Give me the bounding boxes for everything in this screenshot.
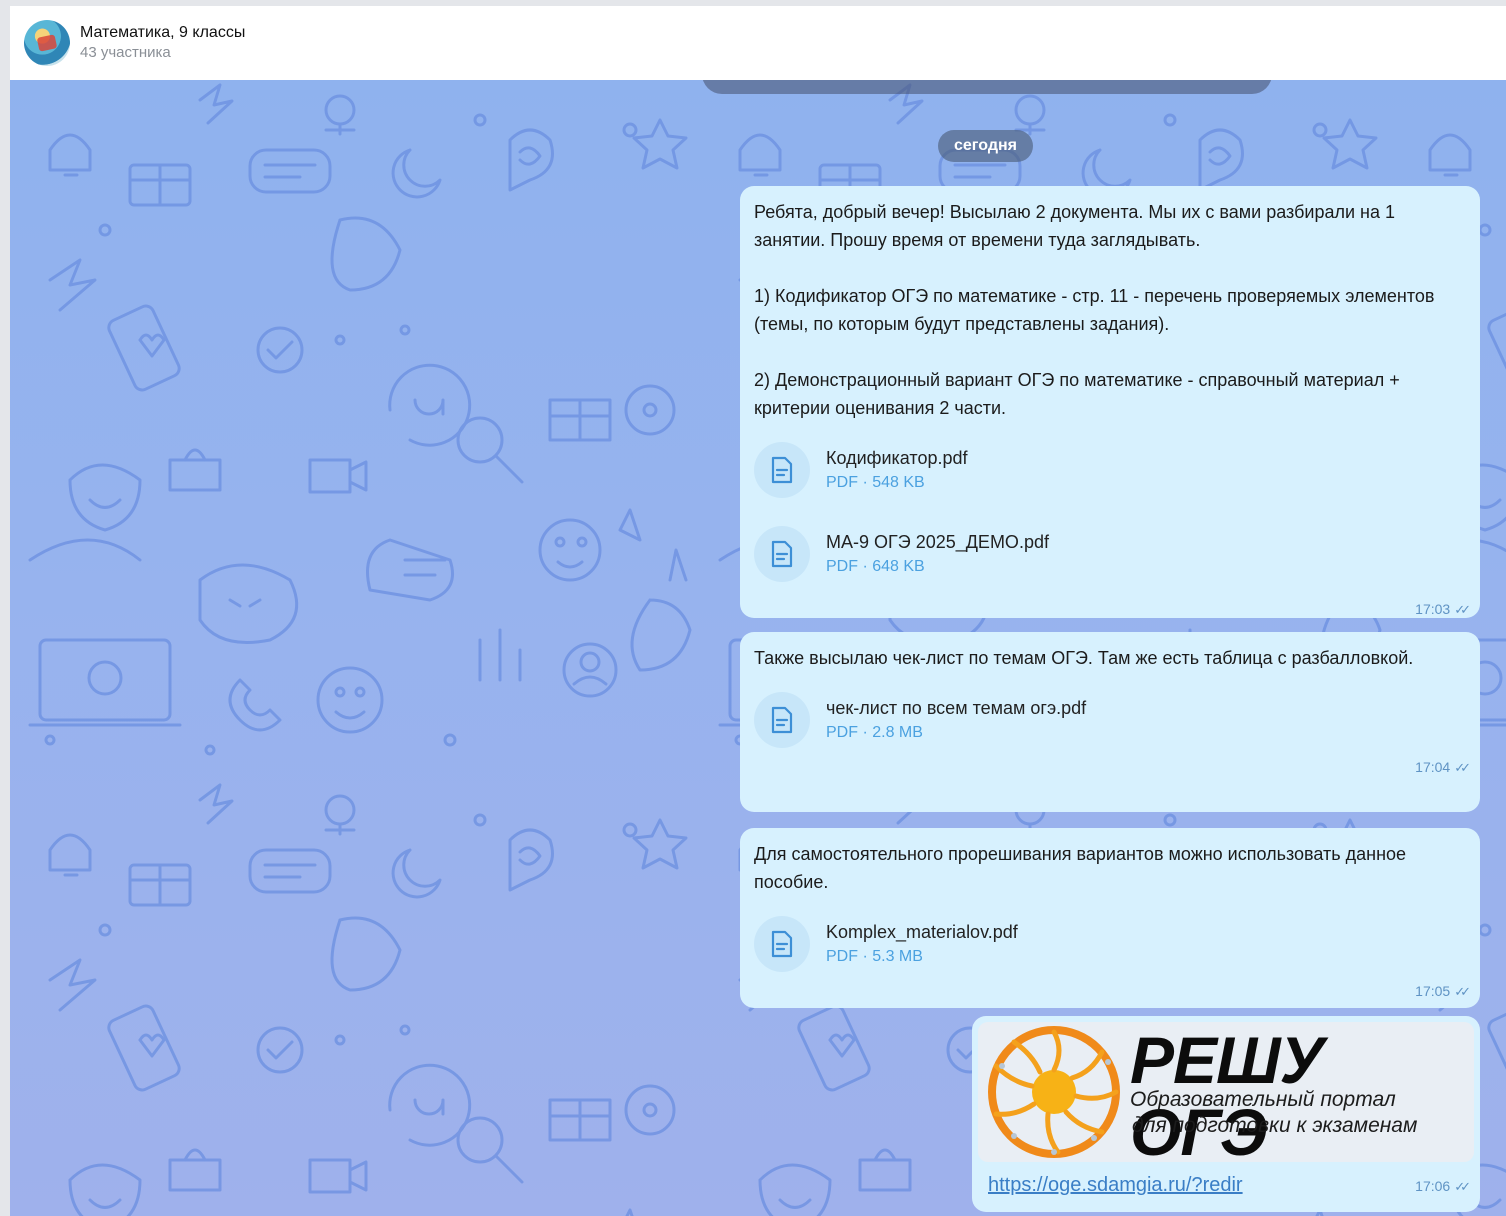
time-label: 17:06 [1415, 1177, 1451, 1194]
message-text: Для самостоятельного прорешивания вариан… [754, 844, 1407, 892]
message-text: 2) Демонстрационный вариант ОГЭ по матем… [754, 370, 1400, 418]
file-meta: PDF · 5.3 MB [826, 948, 923, 965]
group-avatar[interactable] [24, 20, 70, 66]
message-text: Также высылаю чек-лист по темам ОГЭ. Там… [754, 648, 1414, 668]
double-check-icon: ✓✓ [1454, 760, 1471, 775]
message-link[interactable]: https://oge.sdamgia.ru/?redir [988, 1174, 1243, 1197]
link-message-bubble[interactable]: РЕШУ ОГЭ Образовательный портал для подг… [972, 1016, 1480, 1212]
chat-title: Математика, 9 классы [80, 24, 246, 41]
chat-title-block: Математика, 9 классы 43 участника [80, 23, 245, 63]
file-name[interactable]: чек-лист по всем темам огэ.pdf [826, 695, 1086, 721]
time-label: 17:03 [1415, 601, 1451, 617]
banner-subtitle: Образовательный портал [1130, 1088, 1396, 1111]
file-name[interactable]: Komplex_materialov.pdf [826, 919, 1018, 945]
link-preview-banner[interactable]: РЕШУ ОГЭ Образовательный портал для подг… [978, 1022, 1474, 1162]
message-text: 1) Кодификатор ОГЭ по математике - стр. … [754, 286, 1435, 334]
message-time: 17:04 ✓✓ [754, 758, 1471, 776]
document-icon[interactable] [754, 526, 810, 582]
message-time: 17:06 ✓✓ [1415, 1177, 1471, 1195]
file-meta: PDF · 548 KB [826, 474, 925, 491]
member-count: 43 участника [80, 44, 171, 61]
file-name[interactable]: Кодификатор.pdf [826, 445, 968, 471]
file-name[interactable]: МА-9 ОГЭ 2025_ДЕМО.pdf [826, 529, 1049, 555]
sun-logo-icon [988, 1026, 1120, 1158]
message-bubble[interactable]: Также высылаю чек-лист по темам ОГЭ. Там… [740, 632, 1480, 812]
message-bubble[interactable]: Ребята, добрый вечер! Высылаю 2 документ… [740, 186, 1480, 618]
message-time: 17:05 ✓✓ [754, 982, 1471, 1000]
time-label: 17:05 [1415, 983, 1451, 999]
date-separator: сегодня [938, 130, 1033, 162]
file-attachment[interactable]: чек-лист по всем темам огэ.pdf PDF · 2.8… [754, 688, 1466, 752]
double-check-icon: ✓✓ [1454, 1178, 1471, 1194]
message-bubble[interactable]: Для самостоятельного прорешивания вариан… [740, 828, 1480, 1008]
message-time: 17:03 ✓✓ [754, 600, 1471, 618]
document-icon[interactable] [754, 442, 810, 498]
double-check-icon: ✓✓ [1454, 984, 1471, 999]
banner-subtitle: для подготовки к экзаменам [1132, 1114, 1418, 1137]
double-check-icon: ✓✓ [1454, 602, 1471, 617]
file-attachment[interactable]: МА-9 ОГЭ 2025_ДЕМО.pdf PDF · 648 KB [754, 522, 1466, 586]
message-text: Ребята, добрый вечер! Высылаю 2 документ… [754, 202, 1395, 250]
document-icon[interactable] [754, 692, 810, 748]
file-meta: PDF · 648 KB [826, 558, 925, 575]
message-list[interactable]: сегодня Ребята, добрый вечер! Высылаю 2 … [10, 80, 1506, 1216]
file-attachment[interactable]: Кодификатор.pdf PDF · 548 KB [754, 438, 1466, 502]
pinned-message-bar[interactable] [702, 80, 1272, 94]
file-attachment[interactable]: Komplex_materialov.pdf PDF · 5.3 MB [754, 912, 1466, 976]
link-row: https://oge.sdamgia.ru/?redir 17:06 ✓✓ [978, 1162, 1474, 1197]
file-meta: PDF · 2.8 MB [826, 724, 923, 741]
messenger-window: Математика, 9 классы 43 участника сегодн… [10, 6, 1506, 1216]
document-icon[interactable] [754, 916, 810, 972]
chat-header[interactable]: Математика, 9 классы 43 участника [10, 6, 1506, 80]
time-label: 17:04 [1415, 759, 1451, 775]
